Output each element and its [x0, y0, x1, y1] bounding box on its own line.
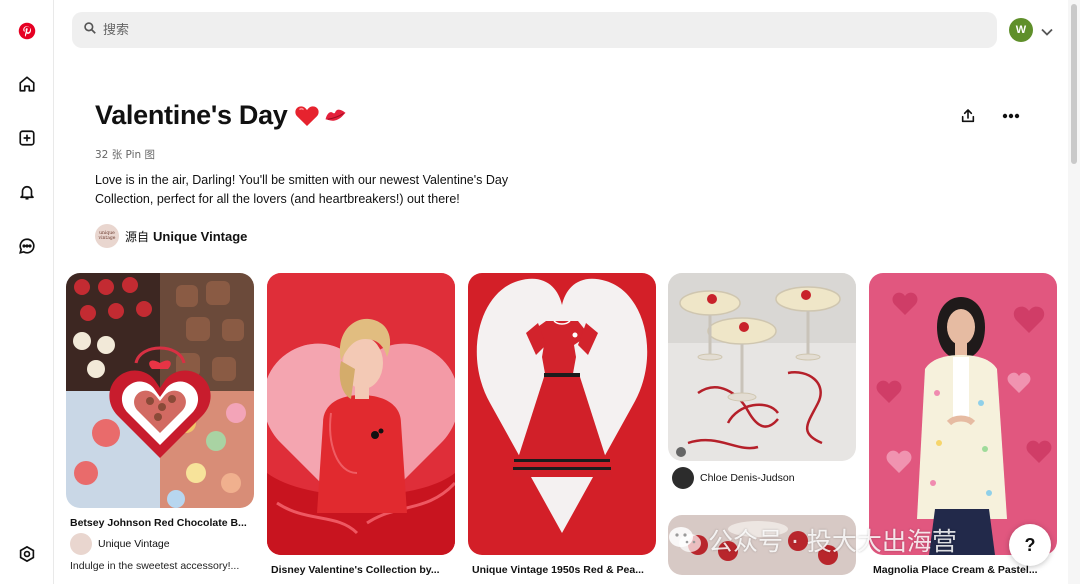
- source-logo: unique vintage: [95, 224, 119, 248]
- pin-image[interactable]: [668, 273, 856, 461]
- pinterest-logo-icon[interactable]: [15, 19, 39, 43]
- board-title: Valentine's Day: [95, 100, 349, 131]
- share-button[interactable]: [955, 104, 981, 128]
- search-icon: [83, 21, 97, 40]
- author-avatar: [672, 467, 694, 489]
- create-icon[interactable]: [15, 126, 39, 150]
- home-icon[interactable]: [15, 72, 39, 96]
- search-bar[interactable]: [72, 12, 997, 48]
- pin-title[interactable]: Disney Valentine's Collection by...: [271, 564, 457, 576]
- source-name[interactable]: Unique Vintage: [153, 229, 247, 244]
- board-source[interactable]: unique vintage 源自 Unique Vintage: [95, 224, 247, 248]
- board-description: Love is in the air, Darling! You'll be s…: [95, 173, 509, 206]
- pin-author[interactable]: Chloe Denis-Judson: [672, 467, 795, 489]
- pin-image[interactable]: [267, 273, 455, 555]
- page-scrollbar[interactable]: [1068, 0, 1080, 584]
- pin-author[interactable]: Unique Vintage: [70, 533, 170, 555]
- more-options-button[interactable]: [998, 104, 1024, 128]
- pin-title[interactable]: Betsey Johnson Red Chocolate B...: [70, 517, 256, 529]
- scrollbar-thumb[interactable]: [1071, 4, 1077, 164]
- watermark: 公众号 · 投大大出海营: [668, 522, 957, 558]
- pin-image[interactable]: [468, 273, 656, 555]
- board-title-text: Valentine's Day: [95, 100, 288, 130]
- pin-author-name[interactable]: Unique Vintage: [98, 538, 170, 550]
- pin-image[interactable]: [869, 273, 1057, 555]
- pin-image[interactable]: [66, 273, 254, 508]
- chevron-down-icon[interactable]: [1041, 24, 1053, 42]
- ellipsis-icon: [1002, 113, 1020, 119]
- notifications-icon[interactable]: [15, 180, 39, 204]
- pinterest-board-page: W Valentine's Day 32 张 Pin 图 Love is in …: [0, 0, 1080, 584]
- wechat-icon: [668, 526, 702, 554]
- account-avatar[interactable]: W: [1009, 18, 1033, 42]
- pin-author-name[interactable]: Chloe Denis-Judson: [700, 472, 795, 484]
- source-prefix: 源自: [125, 229, 150, 244]
- messages-icon[interactable]: [15, 234, 39, 258]
- pin-description: Indulge in the sweetest accessory!...: [70, 560, 240, 572]
- help-button[interactable]: ?: [1009, 524, 1051, 566]
- author-avatar: [70, 533, 92, 555]
- left-sidebar: [0, 0, 54, 584]
- share-icon: [961, 109, 975, 123]
- settings-icon[interactable]: [15, 542, 39, 566]
- kiss-mark-icon: [323, 105, 349, 127]
- pin-count: 32 张 Pin 图: [95, 149, 156, 161]
- red-heart-icon: [294, 104, 320, 128]
- watermark-text: 公众号 · 投大大出海营: [708, 527, 957, 556]
- search-input[interactable]: [103, 22, 963, 38]
- pin-title[interactable]: Unique Vintage 1950s Red & Pea...: [472, 564, 658, 576]
